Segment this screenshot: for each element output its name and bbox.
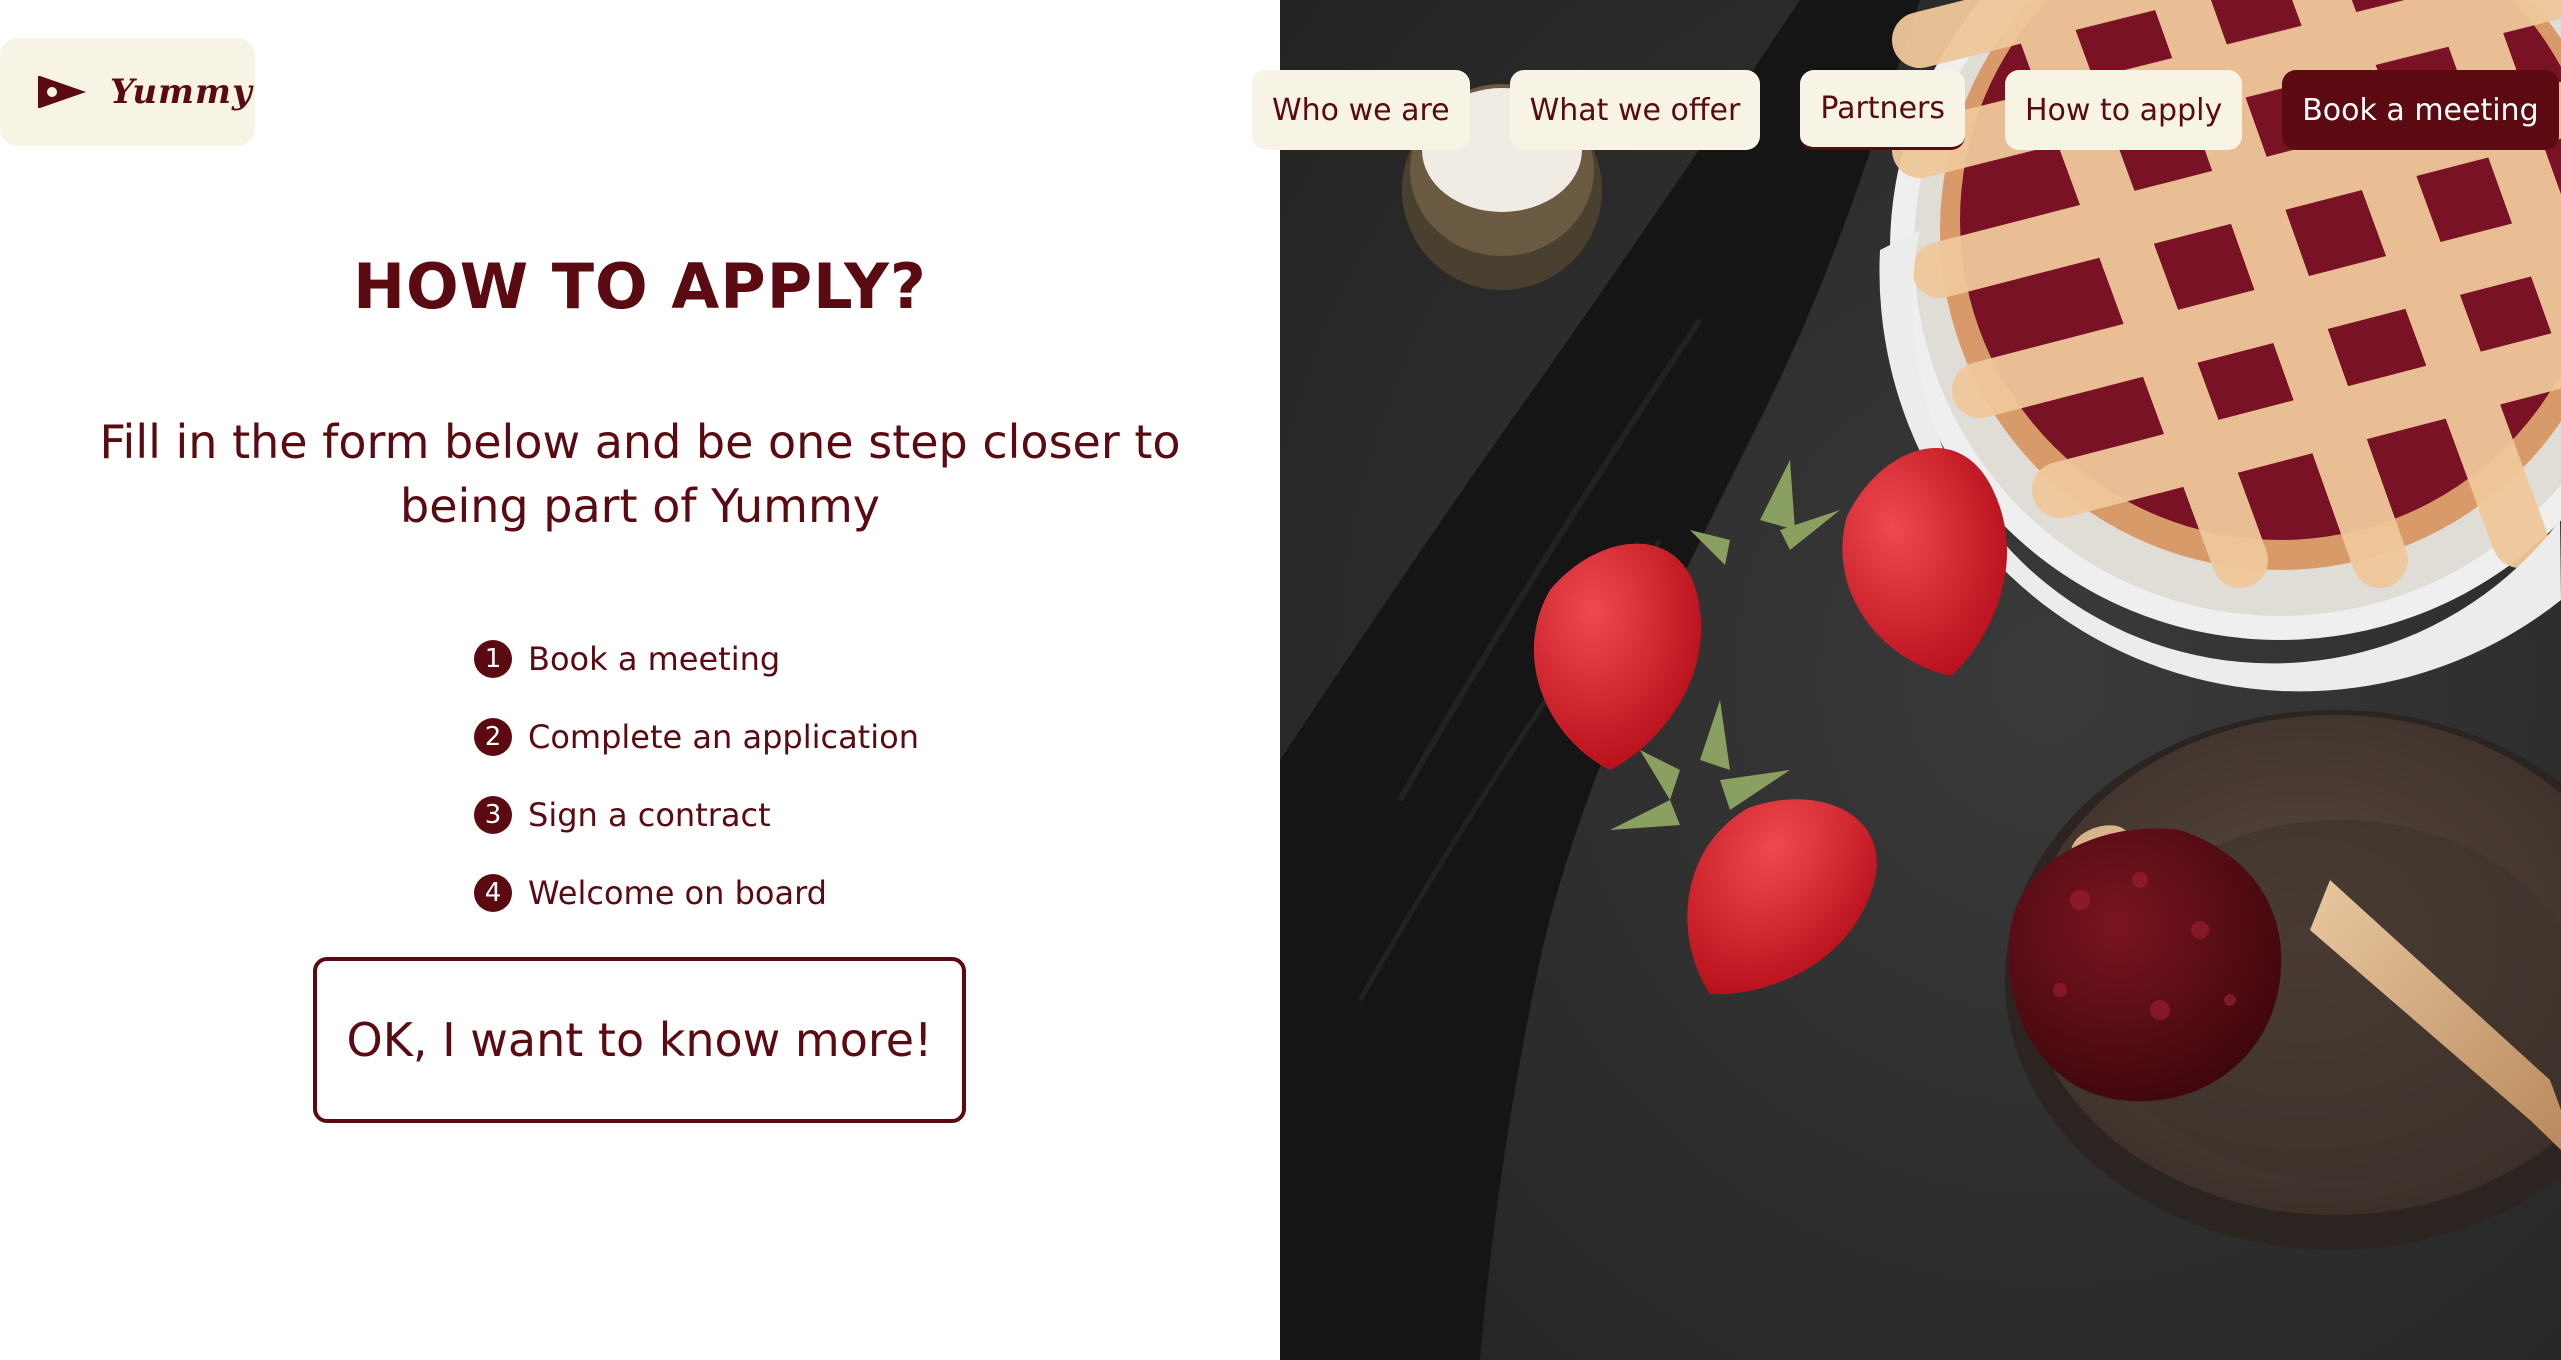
step-label: Sign a contract	[528, 796, 771, 834]
step-label: Book a meeting	[528, 640, 781, 678]
steps-list: 1 Book a meeting 2 Complete an applicati…	[474, 620, 919, 932]
step-number-badge: 3	[474, 796, 512, 834]
brand-logo[interactable]: Yummy	[0, 38, 255, 146]
food-photo-image	[1280, 0, 2561, 1360]
nav-who-we-are[interactable]: Who we are	[1252, 70, 1470, 150]
nav-partners[interactable]: Partners	[1800, 70, 1965, 150]
page-subtitle: Fill in the form below and be one step c…	[99, 415, 1181, 533]
top-nav: Who we are What we offer Partners How to…	[1252, 70, 2559, 150]
step-label: Complete an application	[528, 718, 919, 756]
hero-photo	[1280, 0, 2561, 1360]
step-number-badge: 4	[474, 874, 512, 912]
step-number-badge: 1	[474, 640, 512, 678]
step-item: 3 Sign a contract	[474, 776, 919, 854]
brand-name: Yummy	[110, 72, 253, 112]
step-item: 2 Complete an application	[474, 698, 919, 776]
nav-how-to-apply[interactable]: How to apply	[2005, 70, 2243, 150]
know-more-button[interactable]: OK, I want to know more!	[313, 957, 966, 1123]
step-number-badge: 2	[474, 718, 512, 756]
step-label: Welcome on board	[528, 874, 827, 912]
page-title: HOW TO APPLY?	[353, 250, 927, 323]
content-panel: Yummy HOW TO APPLY? Fill in the form bel…	[0, 0, 1280, 1360]
book-meeting-button[interactable]: Book a meeting	[2282, 70, 2559, 150]
page: Yummy HOW TO APPLY? Fill in the form bel…	[0, 0, 2561, 1360]
step-item: 4 Welcome on board	[474, 854, 919, 932]
play-flag-icon	[38, 76, 86, 108]
nav-what-we-offer[interactable]: What we offer	[1509, 70, 1761, 150]
step-item: 1 Book a meeting	[474, 620, 919, 698]
